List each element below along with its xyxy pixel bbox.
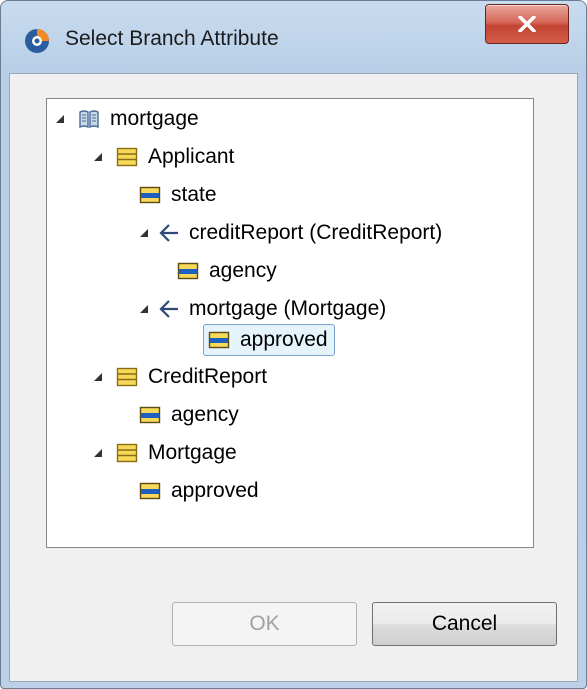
tree-node-label: approved (171, 479, 259, 502)
attribute-icon (139, 406, 161, 424)
cancel-button[interactable]: Cancel (372, 602, 557, 646)
tree-node-agency[interactable]: agency (177, 255, 277, 287)
attribute-icon (139, 186, 161, 204)
tree-node-label: agency (171, 403, 239, 426)
tree-node-label: creditReport (CreditReport) (189, 221, 443, 244)
book-icon (79, 110, 99, 129)
tree-node-label: mortgage (110, 107, 199, 130)
tree-node-label: Applicant (148, 145, 235, 168)
tree-node-label: CreditReport (148, 365, 268, 388)
window-title: Select Branch Attribute (65, 27, 279, 50)
dialog-content: mortgage Applicant state creditReport (C… (9, 73, 578, 682)
expanded-arrow-icon[interactable] (55, 114, 65, 124)
tree-node-label: Mortgage (148, 441, 237, 464)
tree-node-mortgage-class[interactable]: Mortgage (93, 437, 237, 469)
tree-node-approved-selected[interactable]: approved (203, 324, 335, 356)
reference-icon (159, 224, 178, 242)
expanded-arrow-icon[interactable] (93, 372, 103, 382)
tree-node-mortgage-ref[interactable]: mortgage (Mortgage) (139, 293, 386, 325)
close-button[interactable] (485, 4, 569, 44)
tree-node-state[interactable]: state (139, 179, 217, 211)
reference-icon (159, 300, 178, 318)
expanded-arrow-icon[interactable] (139, 304, 149, 314)
attribute-icon (139, 482, 161, 500)
tree-node-credit-report-ref[interactable]: creditReport (CreditReport) (139, 217, 442, 249)
tree-node-label: mortgage (Mortgage) (189, 297, 387, 320)
attribute-icon (177, 262, 199, 280)
tree-node-label: approved (240, 328, 328, 351)
tree-node-applicant[interactable]: Applicant (93, 141, 234, 173)
class-icon (116, 443, 138, 463)
title-bar[interactable]: Select Branch Attribute (1, 1, 586, 73)
tree-node-creditreport[interactable]: CreditReport (93, 361, 267, 393)
expanded-arrow-icon[interactable] (93, 448, 103, 458)
tree-node-root[interactable]: mortgage (55, 103, 199, 135)
tree-node-approved-2[interactable]: approved (139, 475, 259, 507)
class-icon (116, 147, 138, 167)
tree-node-agency-2[interactable]: agency (139, 399, 239, 431)
app-icon (25, 29, 49, 53)
expanded-arrow-icon[interactable] (93, 152, 103, 162)
tree-node-label: state (171, 183, 217, 206)
expanded-arrow-icon[interactable] (139, 228, 149, 238)
ok-button[interactable]: OK (172, 602, 357, 646)
class-icon (116, 367, 138, 387)
attribute-icon (208, 331, 230, 349)
attribute-tree[interactable]: mortgage Applicant state creditReport (C… (46, 98, 534, 548)
tree-node-label: agency (209, 259, 277, 282)
close-icon (518, 16, 536, 32)
dialog-window: Select Branch Attribute mortgage Applica… (0, 0, 587, 689)
